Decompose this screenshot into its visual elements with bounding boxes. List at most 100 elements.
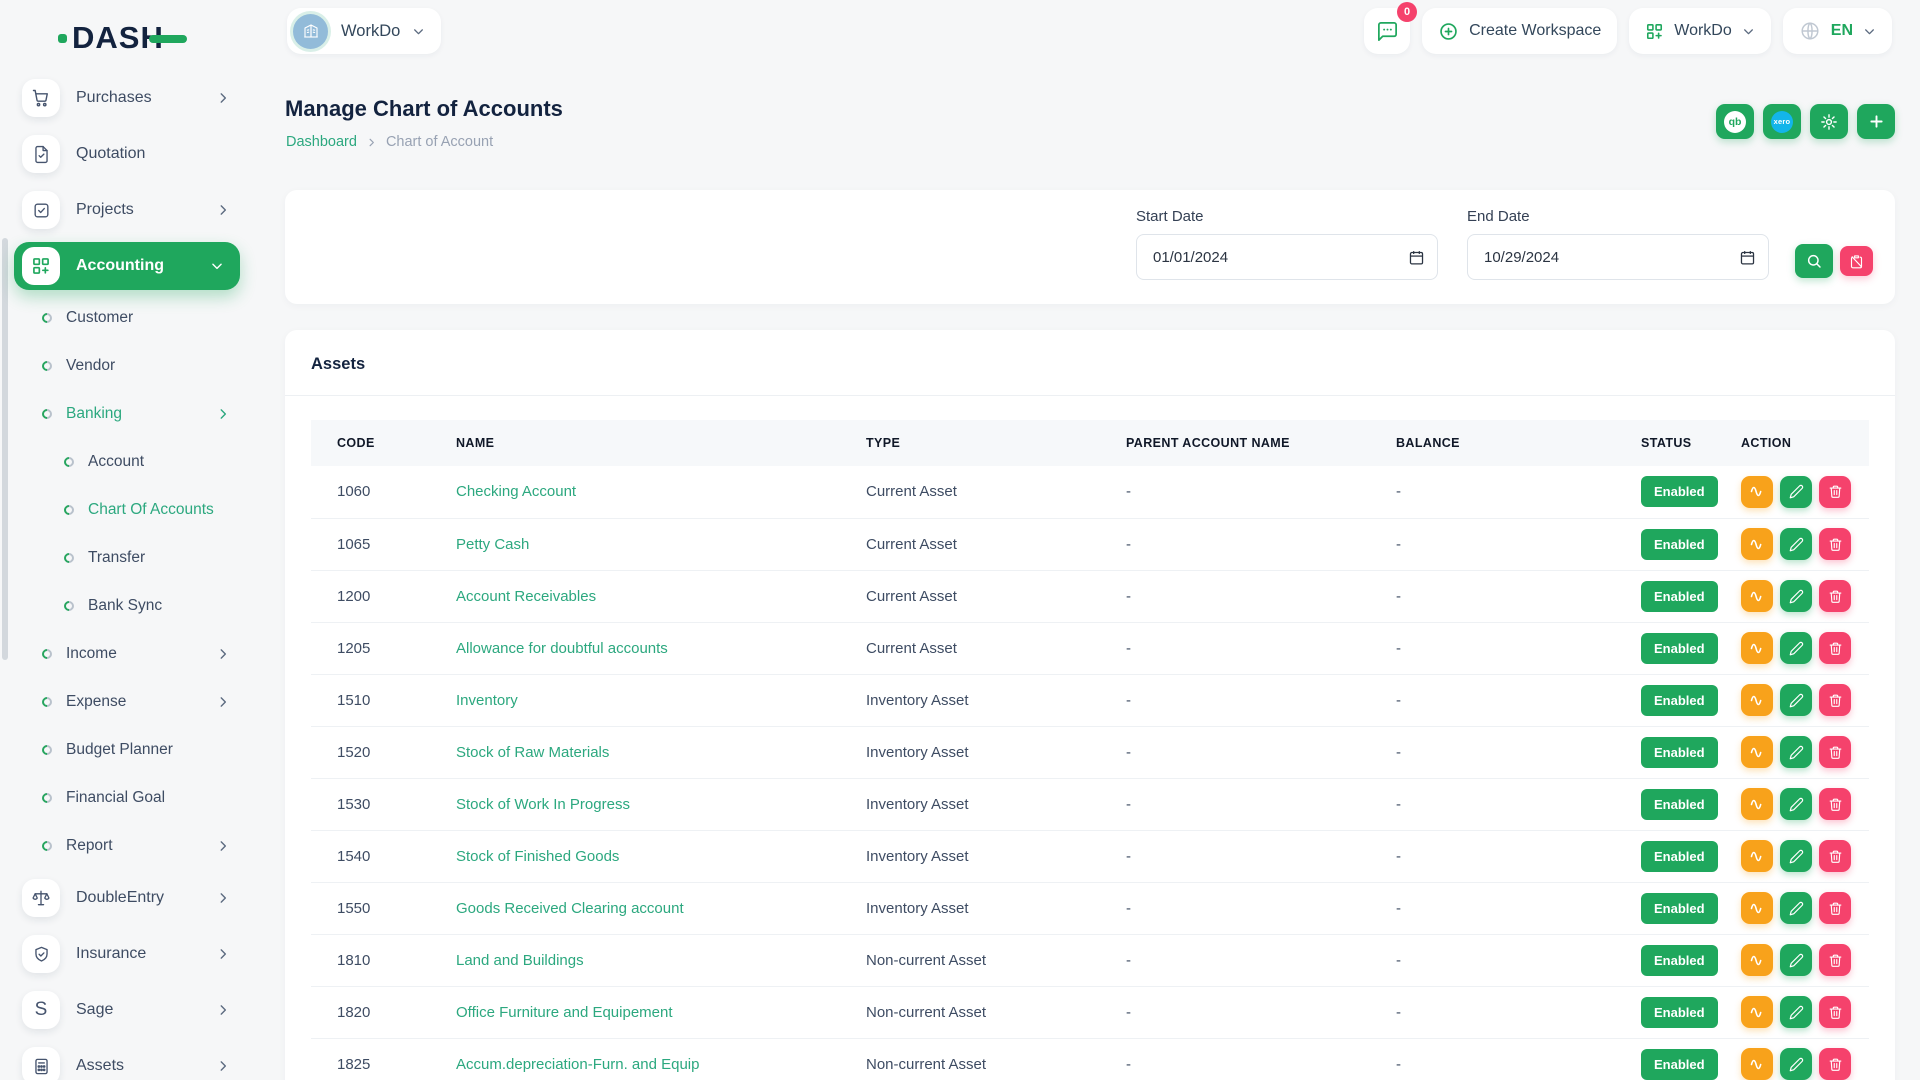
delete-button[interactable] xyxy=(1819,1048,1851,1080)
delete-button[interactable] xyxy=(1819,840,1851,872)
account-name-link[interactable]: Land and Buildings xyxy=(456,952,584,969)
sidebar-item-expense[interactable]: Expense xyxy=(0,678,270,726)
chevron-right-icon xyxy=(216,947,230,961)
sidebar-item-label: Budget Planner xyxy=(66,741,173,759)
bullet-icon xyxy=(40,791,54,805)
xero-button[interactable]: xero xyxy=(1763,104,1801,139)
journal-activity-button[interactable] xyxy=(1741,476,1773,508)
delete-button[interactable] xyxy=(1819,944,1851,976)
add-account-button[interactable] xyxy=(1857,104,1895,139)
journal-activity-button[interactable] xyxy=(1741,840,1773,872)
sidebar-item-projects[interactable]: Projects xyxy=(0,182,270,238)
journal-activity-button[interactable] xyxy=(1741,528,1773,560)
account-name-link[interactable]: Inventory xyxy=(456,692,518,709)
quickbooks-button[interactable]: qb xyxy=(1716,104,1754,139)
search-button[interactable] xyxy=(1795,244,1833,278)
sidebar-item-income[interactable]: Income xyxy=(0,630,270,678)
edit-button[interactable] xyxy=(1780,580,1812,612)
journal-activity-button[interactable] xyxy=(1741,996,1773,1028)
sidebar-item-chart-of-accounts[interactable]: Chart Of Accounts xyxy=(0,486,270,534)
edit-button[interactable] xyxy=(1780,632,1812,664)
journal-activity-button[interactable] xyxy=(1741,736,1773,768)
edit-button[interactable] xyxy=(1780,528,1812,560)
settings-button[interactable] xyxy=(1810,104,1848,139)
end-date-input[interactable] xyxy=(1468,235,1768,279)
chevron-right-icon xyxy=(216,91,230,105)
app-menu-dropdown[interactable]: WorkDo xyxy=(1629,8,1771,54)
sidebar-item-banking[interactable]: Banking xyxy=(0,390,270,438)
account-name-link[interactable]: Allowance for doubtful accounts xyxy=(456,640,668,657)
table-row: 1520 Stock of Raw Materials Inventory As… xyxy=(311,726,1869,778)
workspace-selector[interactable]: WorkDo xyxy=(287,8,441,54)
create-workspace-button[interactable]: Create Workspace xyxy=(1422,8,1617,54)
account-balance: - xyxy=(1386,830,1631,882)
account-name-link[interactable]: Office Furniture and Equipement xyxy=(456,1004,673,1021)
edit-button[interactable] xyxy=(1780,788,1812,820)
messages-button[interactable]: 0 xyxy=(1364,8,1410,54)
sidebar-item-assets[interactable]: Assets xyxy=(0,1038,270,1080)
pencil-icon xyxy=(1789,953,1804,968)
reset-filter-button[interactable] xyxy=(1840,246,1873,276)
edit-button[interactable] xyxy=(1780,1048,1812,1080)
account-balance: - xyxy=(1386,518,1631,570)
breadcrumb-dashboard-link[interactable]: Dashboard xyxy=(286,134,357,150)
sidebar-item-accounting[interactable]: Accounting xyxy=(14,242,240,290)
sidebar-item-purchases[interactable]: Purchases xyxy=(0,70,270,126)
sidebar-item-account[interactable]: Account xyxy=(0,438,270,486)
brand-logo[interactable]: DASH xyxy=(58,18,187,58)
delete-button[interactable] xyxy=(1819,476,1851,508)
edit-button[interactable] xyxy=(1780,840,1812,872)
account-name-link[interactable]: Goods Received Clearing account xyxy=(456,900,684,917)
account-code: 1820 xyxy=(311,986,446,1038)
sidebar-item-bank-sync[interactable]: Bank Sync xyxy=(0,582,270,630)
journal-activity-button[interactable] xyxy=(1741,892,1773,924)
sidebar-item-transfer[interactable]: Transfer xyxy=(0,534,270,582)
journal-activity-button[interactable] xyxy=(1741,944,1773,976)
sidebar-item-vendor[interactable]: Vendor xyxy=(0,342,270,390)
delete-button[interactable] xyxy=(1819,528,1851,560)
sidebar-item-insurance[interactable]: Insurance xyxy=(0,926,270,982)
delete-button[interactable] xyxy=(1819,632,1851,664)
delete-button[interactable] xyxy=(1819,736,1851,768)
account-name-link[interactable]: Checking Account xyxy=(456,483,576,500)
start-date-label: Start Date xyxy=(1136,208,1438,225)
start-date-input[interactable] xyxy=(1137,235,1437,279)
journal-activity-button[interactable] xyxy=(1741,684,1773,716)
language-selector[interactable]: EN xyxy=(1783,8,1892,54)
edit-button[interactable] xyxy=(1780,996,1812,1028)
sidebar-item-customer[interactable]: Customer xyxy=(0,294,270,342)
account-name-link[interactable]: Accum.depreciation-Furn. and Equip xyxy=(456,1056,699,1073)
sidebar-item-financial-goal[interactable]: Financial Goal xyxy=(0,774,270,822)
status-badge: Enabled xyxy=(1641,633,1718,664)
delete-button[interactable] xyxy=(1819,684,1851,716)
sidebar-item-sage[interactable]: S Sage xyxy=(0,982,270,1038)
sidebar-item-quotation[interactable]: Quotation xyxy=(0,126,270,182)
journal-activity-button[interactable] xyxy=(1741,1048,1773,1080)
column-header-action: ACTION xyxy=(1731,420,1869,466)
account-name-link[interactable]: Petty Cash xyxy=(456,536,529,553)
journal-activity-button[interactable] xyxy=(1741,632,1773,664)
globe-icon xyxy=(1799,20,1821,42)
journal-activity-button[interactable] xyxy=(1741,580,1773,612)
account-name-link[interactable]: Stock of Work In Progress xyxy=(456,796,630,813)
journal-activity-button[interactable] xyxy=(1741,788,1773,820)
account-name-link[interactable]: Stock of Finished Goods xyxy=(456,848,619,865)
edit-button[interactable] xyxy=(1780,684,1812,716)
delete-button[interactable] xyxy=(1819,892,1851,924)
status-badge: Enabled xyxy=(1641,789,1718,820)
sidebar-item-budget-planner[interactable]: Budget Planner xyxy=(0,726,270,774)
table-row: 1825 Accum.depreciation-Furn. and Equip … xyxy=(311,1038,1869,1080)
account-name-link[interactable]: Stock of Raw Materials xyxy=(456,744,609,761)
delete-button[interactable] xyxy=(1819,996,1851,1028)
edit-button[interactable] xyxy=(1780,476,1812,508)
sidebar-item-doubleentry[interactable]: DoubleEntry xyxy=(0,870,270,926)
sidebar-item-report[interactable]: Report xyxy=(0,822,270,870)
pencil-icon xyxy=(1789,745,1804,760)
delete-button[interactable] xyxy=(1819,580,1851,612)
delete-button[interactable] xyxy=(1819,788,1851,820)
edit-button[interactable] xyxy=(1780,944,1812,976)
edit-button[interactable] xyxy=(1780,736,1812,768)
account-name-link[interactable]: Account Receivables xyxy=(456,588,596,605)
edit-button[interactable] xyxy=(1780,892,1812,924)
status-badge: Enabled xyxy=(1641,581,1718,612)
